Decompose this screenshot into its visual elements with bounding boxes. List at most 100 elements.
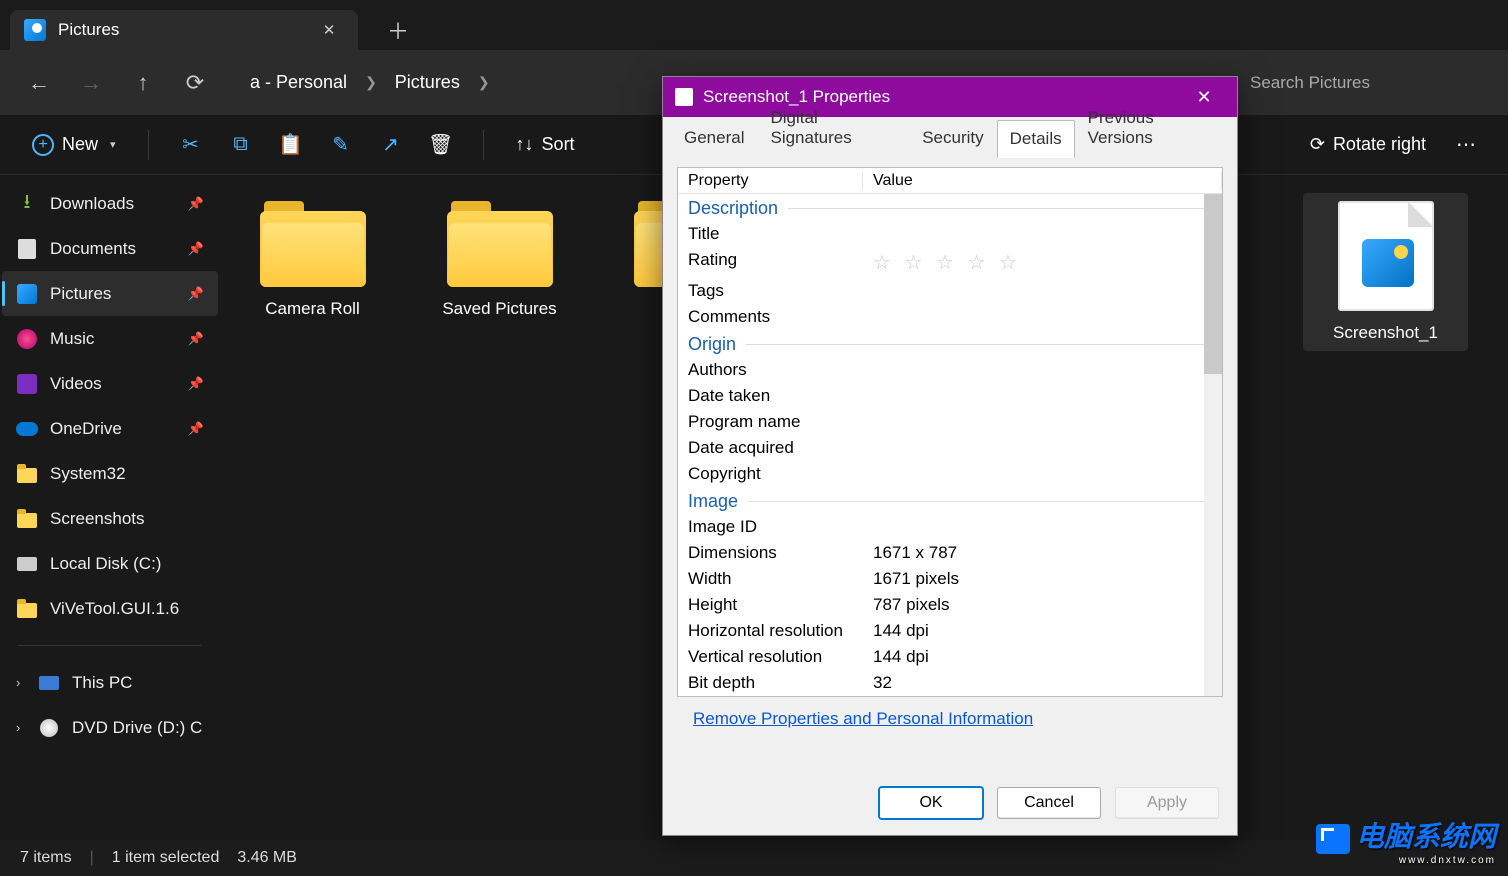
separator [18,645,202,646]
scrollbar[interactable] [1204,194,1222,696]
sidebar-item-dvd-drive-d-c[interactable]: ›DVD Drive (D:) C [2,705,218,750]
pin-icon: 📌 [188,376,204,392]
tab-details[interactable]: Details [997,120,1075,158]
sidebar-item-documents[interactable]: Documents📌 [2,226,218,271]
property-key: Horizontal resolution [678,621,863,641]
property-row[interactable]: Dimensions1671 x 787 [678,540,1222,566]
breadcrumb-item[interactable]: Pictures [395,72,460,93]
property-group-description: Description [678,194,1222,221]
property-key: Vertical resolution [678,647,863,667]
item-label: Screenshot_1 [1333,323,1438,343]
forward-button[interactable]: → [70,62,112,104]
copy-button[interactable]: ⧉ [221,125,261,165]
property-row[interactable]: Image ID [678,514,1222,540]
property-key: Date taken [678,386,863,406]
chevron-down-icon: ▾ [110,138,116,151]
tab-digital-signatures[interactable]: Digital Signatures [757,99,909,157]
property-row[interactable]: Tags [678,278,1222,304]
sidebar-item-system32[interactable]: System32 [2,451,218,496]
property-key: Height [678,595,863,615]
property-value [863,412,1222,432]
pin-icon: 📌 [188,286,204,302]
property-row[interactable]: Bit depth32 [678,670,1222,696]
property-value [863,386,1222,406]
paste-button[interactable]: 📋 [271,125,311,165]
property-row[interactable]: Title [678,221,1222,247]
property-group-image: Image [678,487,1222,514]
properties-header[interactable]: Property Value [678,168,1222,194]
sidebar-item-music[interactable]: Music📌 [2,316,218,361]
window-tab[interactable]: Pictures ✕ [10,10,358,50]
remove-properties-link[interactable]: Remove Properties and Personal Informati… [677,697,1049,741]
sort-label: Sort [542,134,575,155]
up-button[interactable]: ↑ [122,62,164,104]
new-button[interactable]: + New ▾ [22,128,126,162]
refresh-button[interactable]: ⟳ [174,62,216,104]
ok-button[interactable]: OK [879,787,983,819]
property-row[interactable]: Width1671 pixels [678,566,1222,592]
content-item-camera-roll[interactable]: Camera Roll [230,193,395,327]
property-row[interactable]: Comments [678,304,1222,330]
new-label: New [62,134,98,155]
status-size: 3.46 MB [237,849,297,867]
properties-dialog: Screenshot_1 Properties ✕ GeneralDigital… [662,76,1238,836]
sidebar-item-label: Music [50,329,94,349]
apply-button[interactable]: Apply [1115,787,1219,819]
image-file-icon [1338,201,1434,311]
sidebar-item-this-pc[interactable]: ›This PC [2,660,218,705]
share-button[interactable]: ↗ [371,125,411,165]
property-value [863,281,1222,301]
scrollbar-thumb[interactable] [1204,194,1222,374]
close-tab-button[interactable]: ✕ [314,15,344,45]
cancel-button[interactable]: Cancel [997,787,1101,819]
status-bar: 7 items | 1 item selected 3.46 MB [0,840,1508,876]
sidebar-item-screenshots[interactable]: Screenshots [2,496,218,541]
properties-list[interactable]: Property Value Description Title Rating☆ ☆… [677,167,1223,697]
separator: | [90,849,94,867]
property-key: Copyright [678,464,863,484]
rotate-label: Rotate right [1333,134,1426,155]
rotate-right-button[interactable]: ⟳ Rotate right [1300,128,1436,161]
rating-stars[interactable]: ☆ ☆ ☆ ☆ ☆ [873,252,1021,274]
sidebar-item-label: ViVeTool.GUI.1.6 [50,599,179,619]
tab-security[interactable]: Security [909,119,996,157]
chevron-right-icon: ❯ [365,74,377,91]
property-row[interactable]: Horizontal resolution144 dpi [678,618,1222,644]
sidebar-item-local-disk-c-[interactable]: Local Disk (C:) [2,541,218,586]
separator [483,130,484,160]
tab-previous-versions[interactable]: Previous Versions [1075,99,1229,157]
rename-button[interactable]: ✎ [321,125,361,165]
property-row[interactable]: Height787 pixels [678,592,1222,618]
property-row[interactable]: Program name [678,409,1222,435]
header-property: Property [678,172,863,190]
breadcrumb[interactable]: a - Personal ❯ Pictures ❯ [236,63,504,103]
folder-icon [447,201,553,287]
sidebar-item-videos[interactable]: Videos📌 [2,361,218,406]
back-button[interactable]: ← [18,62,60,104]
sidebar-item-vivetool-gui-1-6[interactable]: ViVeTool.GUI.1.6 [2,586,218,631]
pictures-icon [24,19,46,41]
property-key: Title [678,224,863,244]
property-row[interactable]: Authors [678,357,1222,383]
delete-button[interactable]: 🗑 [421,125,461,165]
sidebar-item-onedrive[interactable]: OneDrive📌 [2,406,218,451]
property-row[interactable]: Vertical resolution144 dpi [678,644,1222,670]
sidebar-item-downloads[interactable]: ⭳Downloads📌 [2,181,218,226]
breadcrumb-item[interactable]: a - Personal [250,72,347,93]
property-row[interactable]: Date taken [678,383,1222,409]
sidebar-item-label: Downloads [50,194,134,214]
sort-button[interactable]: ↑↓ Sort [506,128,585,161]
property-row[interactable]: Copyright [678,461,1222,487]
content-item-screenshot-1[interactable]: Screenshot_1 [1303,193,1468,351]
property-group-origin: Origin [678,330,1222,357]
property-row[interactable]: Rating☆ ☆ ☆ ☆ ☆ [678,247,1222,278]
more-button[interactable]: ⋯ [1446,125,1486,165]
tab-general[interactable]: General [671,119,757,157]
property-value [863,517,1222,537]
sidebar-item-pictures[interactable]: Pictures📌 [2,271,218,316]
cut-button[interactable]: ✂ [171,125,211,165]
new-tab-button[interactable]: ＋ [378,10,418,50]
search-input[interactable]: Search Pictures [1240,63,1490,103]
content-item-saved-pictures[interactable]: Saved Pictures [417,193,582,327]
property-row[interactable]: Date acquired [678,435,1222,461]
